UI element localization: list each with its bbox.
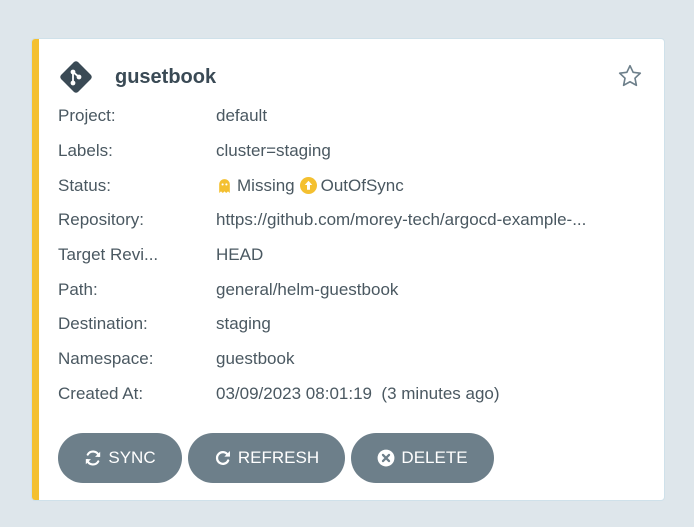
field-label: Namespace:	[58, 349, 154, 369]
field-value: 03/09/2023 08:01:19 (3 minutes ago)	[216, 383, 500, 403]
sync-status: OutOfSync	[320, 175, 404, 195]
status-value: Missing OutOfSync	[216, 176, 641, 196]
field-row-repository: Repository: https://github.com/morey-tec…	[58, 203, 654, 238]
field-value: general/helm-guestbook	[216, 279, 399, 299]
field-label: Target Revi...	[58, 245, 159, 265]
field-row-created-at: Created At: 03/09/2023 08:01:19 (3 minut…	[58, 377, 654, 412]
redo-icon	[215, 451, 230, 465]
app-name[interactable]: gusetbook	[115, 66, 216, 89]
field-label: Destination:	[58, 314, 148, 334]
ghost-icon	[216, 177, 233, 194]
git-diamond-icon	[59, 60, 93, 94]
field-value: https://github.com/morey-tech/argocd-exa…	[216, 210, 587, 230]
field-value: cluster=staging	[216, 141, 331, 161]
field-row-status: Status: Missing OutOfSync	[58, 168, 654, 203]
action-buttons: SYNC REFRESH DELETE	[58, 433, 500, 483]
field-value: default	[216, 106, 268, 126]
application-card[interactable]: gusetbook Project: default Labels: clust…	[31, 38, 665, 501]
field-label: Labels:	[58, 141, 113, 161]
field-row-destination: Destination: staging	[58, 307, 654, 342]
field-label: Created At:	[58, 383, 144, 403]
field-label: Path:	[58, 279, 98, 299]
star-icon[interactable]	[617, 63, 643, 89]
status-stripe	[32, 39, 39, 500]
field-row-project: Project: default	[58, 99, 654, 134]
refresh-button[interactable]: REFRESH	[188, 433, 345, 483]
field-label: Project:	[58, 106, 116, 126]
arrow-up-circle-icon	[299, 177, 317, 195]
field-list: Project: default Labels: cluster=staging…	[58, 99, 654, 411]
sync-button[interactable]: SYNC	[58, 433, 182, 483]
health-status: Missing	[237, 175, 295, 195]
field-value: staging	[216, 314, 271, 334]
field-value: guestbook	[216, 349, 295, 369]
refresh-label: REFRESH	[237, 448, 320, 467]
delete-label: DELETE	[401, 448, 468, 467]
sync-icon	[86, 450, 101, 466]
delete-button[interactable]: DELETE	[351, 433, 494, 483]
times-circle-icon	[377, 449, 395, 467]
field-label: Repository:	[58, 210, 144, 230]
field-row-namespace: Namespace: guestbook	[58, 342, 654, 377]
field-label: Status:	[58, 175, 111, 195]
field-row-target-revision: Target Revi... HEAD	[58, 238, 654, 273]
field-row-labels: Labels: cluster=staging	[58, 134, 654, 169]
field-value: HEAD	[216, 245, 264, 265]
field-row-path: Path: general/helm-guestbook	[58, 272, 654, 307]
card-header: gusetbook	[59, 59, 216, 95]
sync-label: SYNC	[108, 448, 156, 467]
